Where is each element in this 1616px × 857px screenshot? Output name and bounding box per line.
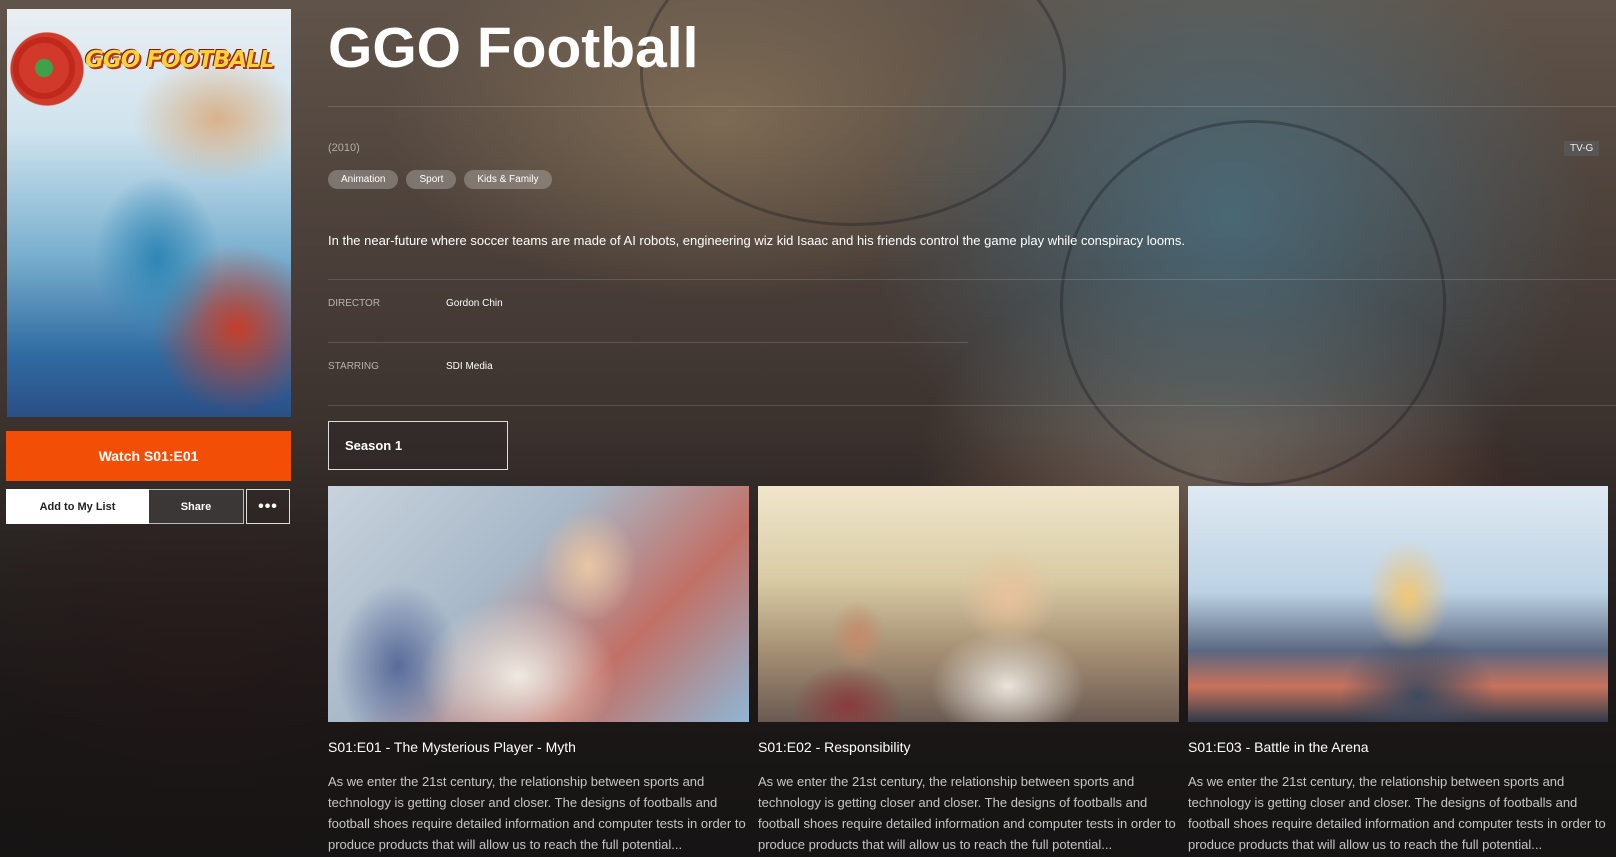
genre-tag[interactable]: Kids & Family: [464, 170, 552, 189]
poster-logo: GGO FOOTBALL: [85, 47, 274, 73]
episode-description: As we enter the 21st century, the relati…: [328, 771, 749, 855]
show-poster: GGO FOOTBALL: [7, 9, 291, 417]
share-button[interactable]: Share: [149, 489, 244, 524]
release-year: (2010): [328, 142, 360, 154]
more-options-button[interactable]: •••: [246, 489, 290, 524]
synopsis: In the near-future where soccer teams ar…: [328, 233, 1185, 248]
episode-description: As we enter the 21st century, the relati…: [1188, 771, 1608, 855]
episode-thumbnail[interactable]: [1188, 486, 1608, 722]
episode-description-text: As we enter the 21st century, the relati…: [1188, 774, 1606, 852]
divider: [328, 405, 1616, 406]
add-to-my-list-button[interactable]: Add to My List: [6, 489, 149, 524]
episode-card[interactable]: S01:E01 - The Mysterious Player - Myth A…: [328, 486, 749, 852]
show-detail-page: GGO FOOTBALL Watch S01:E01 Add to My Lis…: [0, 0, 1616, 857]
episode-title[interactable]: S01:E01 - The Mysterious Player - Myth: [328, 739, 576, 755]
season-selector[interactable]: Season 1: [328, 421, 508, 470]
genre-tags: Animation Sport Kids & Family: [328, 170, 552, 189]
divider: [328, 106, 1616, 107]
director-value[interactable]: Gordon Chin: [446, 298, 503, 309]
genre-tag[interactable]: Animation: [328, 170, 399, 189]
rating-badge: TV-G: [1564, 141, 1600, 156]
watch-episode-button[interactable]: Watch S01:E01: [6, 431, 291, 481]
poster-logo-emblem: [13, 37, 75, 99]
divider: [328, 342, 968, 343]
episode-title[interactable]: S01:E02 - Responsibility: [758, 739, 911, 755]
starring-label: STARRING: [328, 361, 379, 372]
episode-thumbnail[interactable]: [758, 486, 1179, 722]
more-dots-icon: •••: [258, 497, 278, 515]
episode-card[interactable]: S01:E02 - Responsibility As we enter the…: [758, 486, 1179, 852]
divider: [328, 279, 1616, 280]
episode-description: As we enter the 21st century, the relati…: [758, 771, 1179, 855]
director-label: DIRECTOR: [328, 298, 381, 309]
page-title: GGO Football: [328, 16, 699, 80]
genre-tag[interactable]: Sport: [406, 170, 457, 189]
starring-value[interactable]: SDI Media: [446, 361, 493, 372]
episode-title[interactable]: S01:E03 - Battle in the Arena: [1188, 739, 1369, 755]
episode-card[interactable]: S01:E03 - Battle in the Arena As we ente…: [1188, 486, 1608, 852]
episode-thumbnail[interactable]: [328, 486, 749, 722]
episode-description-text: As we enter the 21st century, the relati…: [328, 774, 746, 852]
episode-description-text: As we enter the 21st century, the relati…: [758, 774, 1176, 852]
